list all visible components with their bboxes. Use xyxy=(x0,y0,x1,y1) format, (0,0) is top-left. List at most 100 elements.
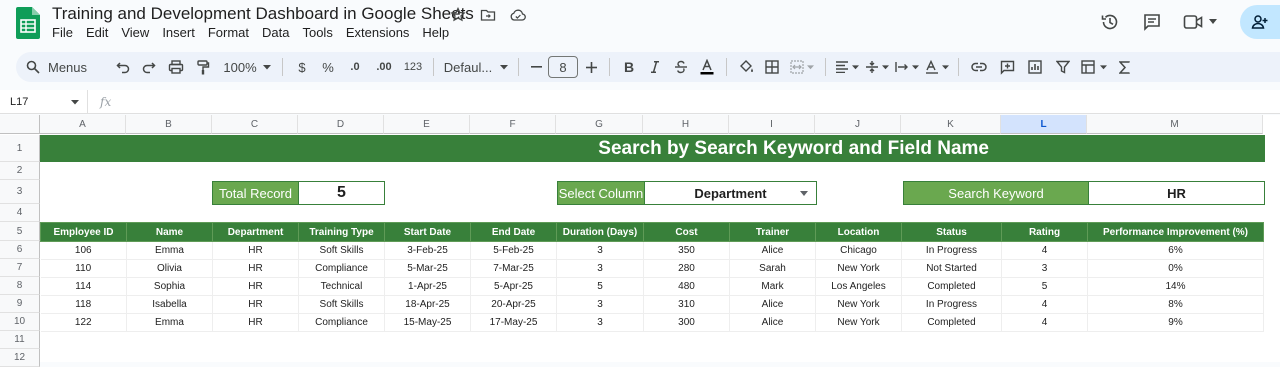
table-header-cell[interactable]: Name xyxy=(126,222,213,242)
table-header-cell[interactable]: End Date xyxy=(470,222,557,242)
table-cell[interactable]: 350 xyxy=(643,241,730,260)
table-cell[interactable]: Chicago xyxy=(815,241,902,260)
redo-icon[interactable] xyxy=(136,55,162,79)
table-cell[interactable]: Soft Skills xyxy=(298,295,385,314)
table-cell[interactable]: 5-Feb-25 xyxy=(470,241,557,260)
row-header-1[interactable]: 1 xyxy=(0,135,40,162)
table-cell[interactable]: Los Angeles xyxy=(815,277,902,296)
table-cell[interactable]: Isabella xyxy=(126,295,213,314)
menu-extensions[interactable]: Extensions xyxy=(346,25,416,40)
table-cell[interactable]: 18-Apr-25 xyxy=(384,295,471,314)
table-cell[interactable]: Emma xyxy=(126,313,213,332)
text-wrapping-icon[interactable] xyxy=(892,55,922,79)
dropdown-arrow-icon[interactable] xyxy=(800,191,808,196)
search-menus[interactable]: Menus xyxy=(16,55,106,79)
table-cell[interactable]: 280 xyxy=(643,259,730,278)
italic-icon[interactable] xyxy=(642,55,668,79)
table-cell[interactable]: 3 xyxy=(556,241,644,260)
table-cell[interactable]: Compliance xyxy=(298,313,385,332)
decrease-font-size-icon[interactable] xyxy=(525,55,547,79)
menu-help[interactable]: Help xyxy=(422,25,455,40)
row-header-9[interactable]: 9 xyxy=(0,295,40,313)
row-header-3[interactable]: 3 xyxy=(0,180,40,204)
total-record-value[interactable]: 5 xyxy=(298,181,385,205)
table-cell[interactable]: Olivia xyxy=(126,259,213,278)
table-cell[interactable]: 110 xyxy=(40,259,127,278)
borders-icon[interactable] xyxy=(759,55,785,79)
vertical-align-icon[interactable] xyxy=(862,55,892,79)
zoom-select[interactable]: 100% xyxy=(218,55,276,79)
table-cell[interactable]: 480 xyxy=(643,277,730,296)
table-cell[interactable]: New York xyxy=(815,313,902,332)
column-header-f[interactable]: F xyxy=(470,115,556,134)
filter-views-icon[interactable] xyxy=(1077,55,1111,79)
paint-format-icon[interactable] xyxy=(190,55,216,79)
table-cell[interactable]: 4 xyxy=(1001,313,1088,332)
table-cell[interactable]: New York xyxy=(815,259,902,278)
table-cell[interactable]: Technical xyxy=(298,277,385,296)
table-cell[interactable]: 9% xyxy=(1087,313,1264,332)
insert-link-icon[interactable] xyxy=(965,55,993,79)
table-cell[interactable]: Completed xyxy=(901,313,1002,332)
filter-icon[interactable] xyxy=(1049,55,1077,79)
font-select[interactable]: Defaul... xyxy=(440,55,512,79)
spreadsheet-grid[interactable]: ABCDEFGHIJKLM 1 2 3 4 5 6 7 8 9 10 11 12 Search by … xyxy=(0,115,1280,367)
column-header-k[interactable]: K xyxy=(901,115,1001,134)
search-keyword-input[interactable]: HR xyxy=(1088,181,1265,205)
table-header-cell[interactable]: Status xyxy=(901,222,1002,242)
merge-cells-icon[interactable] xyxy=(785,55,819,79)
table-cell[interactable]: HR xyxy=(212,241,299,260)
table-header-cell[interactable]: Duration (Days) xyxy=(556,222,644,242)
column-header-h[interactable]: H xyxy=(643,115,729,134)
table-cell[interactable]: 8% xyxy=(1087,295,1264,314)
menu-file[interactable]: File xyxy=(52,25,79,40)
column-header-d[interactable]: D xyxy=(298,115,384,134)
table-cell[interactable]: Sophia xyxy=(126,277,213,296)
table-cell[interactable]: 1-Apr-25 xyxy=(384,277,471,296)
table-cell[interactable]: 5 xyxy=(1001,277,1088,296)
increase-font-size-icon[interactable] xyxy=(579,55,603,79)
row-header-11[interactable]: 11 xyxy=(0,331,40,349)
table-cell[interactable]: HR xyxy=(212,259,299,278)
currency-format-button[interactable]: $ xyxy=(289,55,315,79)
row-header-6[interactable]: 6 xyxy=(0,241,40,259)
column-header-b[interactable]: B xyxy=(126,115,212,134)
column-header-e[interactable]: E xyxy=(384,115,470,134)
column-header-m[interactable]: M xyxy=(1087,115,1263,134)
name-box[interactable]: L17 xyxy=(0,89,88,114)
table-cell[interactable]: 3 xyxy=(556,259,644,278)
table-cell[interactable]: 4 xyxy=(1001,241,1088,260)
table-cell[interactable]: 17-May-25 xyxy=(470,313,557,332)
fill-color-icon[interactable] xyxy=(733,55,759,79)
table-cell[interactable]: 5-Mar-25 xyxy=(384,259,471,278)
table-cell[interactable]: Alice xyxy=(729,313,816,332)
comments-icon[interactable] xyxy=(1134,6,1170,38)
table-cell[interactable]: 15-May-25 xyxy=(384,313,471,332)
table-cell[interactable]: 114 xyxy=(40,277,127,296)
table-cell[interactable]: 6% xyxy=(1087,241,1264,260)
column-header-j[interactable]: J xyxy=(815,115,901,134)
text-rotation-icon[interactable] xyxy=(922,55,952,79)
table-cell[interactable]: Alice xyxy=(729,295,816,314)
table-cell[interactable]: 5 xyxy=(556,277,644,296)
table-cell[interactable]: 14% xyxy=(1087,277,1264,296)
bold-button[interactable]: B xyxy=(616,55,642,79)
table-cell[interactable]: Compliance xyxy=(298,259,385,278)
row-header-5[interactable]: 5 xyxy=(0,222,40,241)
decrease-decimal-button[interactable]: .0 xyxy=(341,55,369,79)
column-header-g[interactable]: G xyxy=(556,115,643,134)
table-header-cell[interactable]: Department xyxy=(212,222,299,242)
table-header-cell[interactable]: Cost xyxy=(643,222,730,242)
table-cell[interactable]: 7-Mar-25 xyxy=(470,259,557,278)
undo-icon[interactable] xyxy=(110,55,136,79)
row-header-2[interactable]: 2 xyxy=(0,162,40,180)
table-cell[interactable]: 122 xyxy=(40,313,127,332)
table-cell[interactable]: 106 xyxy=(40,241,127,260)
number-format-button[interactable]: 123 xyxy=(399,55,427,79)
cloud-saved-icon[interactable] xyxy=(508,5,528,25)
text-color-icon[interactable] xyxy=(694,55,720,79)
column-header-l[interactable]: L xyxy=(1001,115,1087,134)
table-cell[interactable]: 3-Feb-25 xyxy=(384,241,471,260)
document-title[interactable]: Training and Development Dashboard in Go… xyxy=(52,4,474,24)
table-cell[interactable]: In Progress xyxy=(901,295,1002,314)
